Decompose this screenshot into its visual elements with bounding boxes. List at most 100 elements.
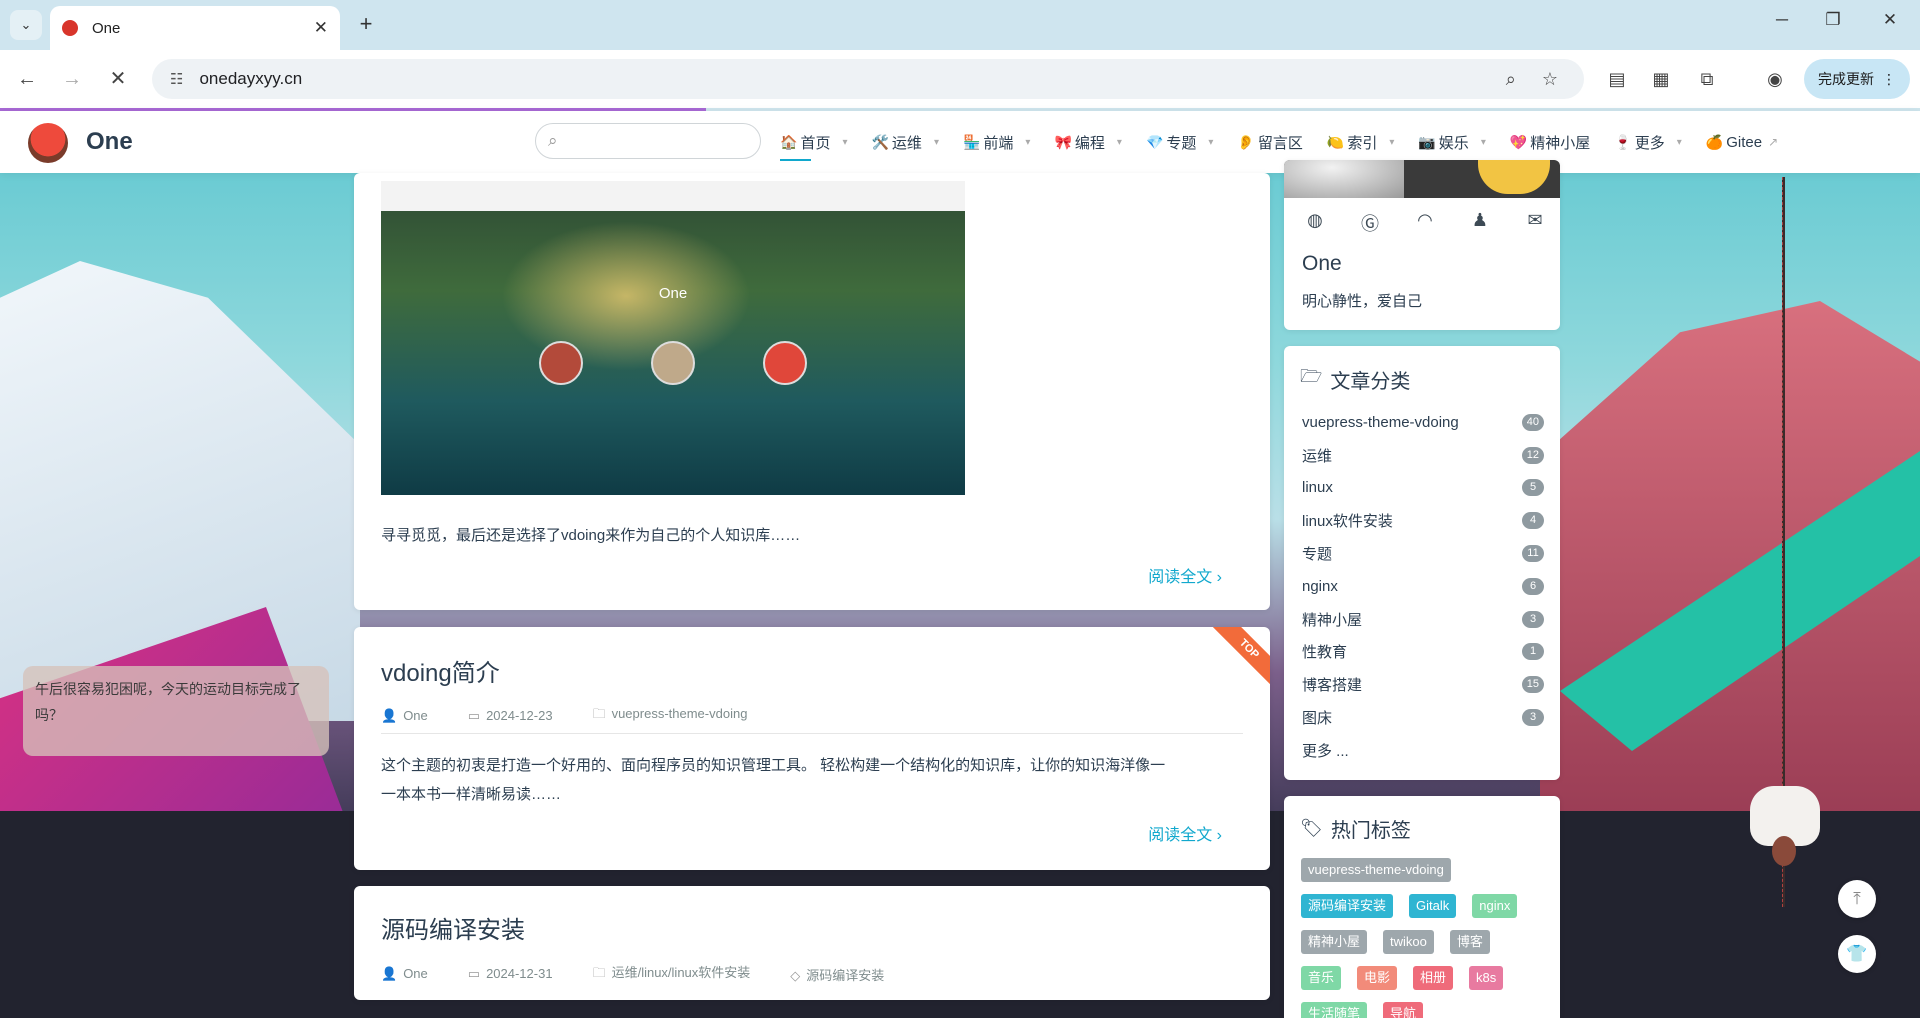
read-more-link[interactable]: 阅读全文 ›: [1148, 821, 1222, 845]
tag-item[interactable]: k8s: [1469, 966, 1504, 990]
search-input[interactable]: [565, 133, 760, 149]
url-text[interactable]: onedayxyy.cn: [199, 69, 1505, 89]
category-item[interactable]: 运维 12: [1302, 439, 1544, 472]
post-tag[interactable]: ◇ 源码编译安装: [790, 965, 904, 984]
category-item[interactable]: 精神小屋 3: [1302, 603, 1544, 636]
tag-item[interactable]: 生活随笔: [1301, 1002, 1368, 1018]
tag-item[interactable]: vuepress-theme-vdoing: [1301, 858, 1451, 882]
category-item[interactable]: 博客搭建 15: [1302, 668, 1544, 701]
read-more-link[interactable]: 阅读全文 ›: [1148, 563, 1222, 587]
post-cover-image[interactable]: One: [381, 181, 965, 495]
category-name: 博客搭建: [1302, 677, 1363, 695]
category-list: vuepress-theme-vdoing 40 运维 12 linux 5 linu…: [1302, 406, 1544, 767]
tag-item[interactable]: 音乐: [1301, 966, 1342, 990]
forward-arrow-icon[interactable]: →: [57, 64, 87, 94]
site-brand[interactable]: One: [86, 128, 133, 156]
nav-item-programming[interactable]: 🎀 编程 ▾: [1054, 111, 1121, 173]
tag-item[interactable]: nginx: [1472, 894, 1518, 918]
qr-code-icon[interactable]: ▦: [1648, 66, 1674, 92]
reading-mode-icon[interactable]: ▤: [1604, 66, 1630, 92]
category-name: linux: [1302, 479, 1333, 497]
tag-item[interactable]: 博客: [1449, 930, 1490, 954]
site-logo[interactable]: [28, 123, 68, 163]
address-bar[interactable]: ☷ onedayxyy.cn ⌕ ☆: [152, 59, 1584, 99]
post-author[interactable]: 👤 One: [381, 966, 448, 982]
hanging-cat-decoration[interactable]: [1750, 786, 1820, 866]
category-item[interactable]: vuepress-theme-vdoing 40: [1302, 406, 1544, 439]
back-arrow-icon[interactable]: ←: [12, 64, 42, 94]
extensions-icon[interactable]: ⧉: [1694, 66, 1720, 92]
home-icon: 🏠: [780, 133, 798, 150]
nav-label: 前端: [983, 134, 1014, 152]
tag-item[interactable]: 导航: [1383, 1002, 1424, 1018]
category-text: vuepress-theme-vdoing: [611, 706, 748, 721]
update-button[interactable]: 完成更新 ⋮: [1804, 59, 1910, 99]
category-count-badge: 4: [1522, 512, 1544, 530]
category-count-badge: 3: [1522, 610, 1544, 628]
post-category[interactable]: 🗀 运维/linux/linux软件安装: [593, 962, 771, 986]
nav-item-home[interactable]: 🏠 首页 ▾: [780, 111, 847, 173]
post-title[interactable]: 源码编译安装: [381, 910, 525, 945]
post-category[interactable]: 🗀 vuepress-theme-vdoing: [593, 705, 768, 727]
back-to-top-button[interactable]: ⤒: [1838, 880, 1876, 918]
site-settings-icon[interactable]: ☷: [170, 70, 183, 88]
close-window-icon[interactable]: ✕: [1870, 10, 1910, 30]
top-badge: TOP: [1210, 627, 1270, 688]
new-tab-button[interactable]: +: [352, 10, 380, 38]
zoom-icon[interactable]: ⌕: [1506, 69, 1516, 90]
nav-item-ops[interactable]: 🛠️ 运维 ▾: [871, 111, 938, 173]
category-item[interactable]: linux软件安装 4: [1302, 504, 1544, 537]
post-title[interactable]: vdoing简介: [381, 653, 500, 688]
nav-item-topics[interactable]: 💎 专题 ▾: [1146, 111, 1213, 173]
tags-title: 🏷 热门标签: [1300, 814, 1411, 843]
category-item[interactable]: 专题 11: [1302, 537, 1544, 570]
more-categories-link[interactable]: 更多 ...: [1302, 734, 1544, 767]
theme-switch-button[interactable]: 👕: [1838, 935, 1876, 973]
stop-loading-icon[interactable]: ✕: [103, 64, 133, 94]
chevron-down-icon: ⌄: [20, 17, 32, 32]
categories-title: 🗁 文章分类: [1300, 364, 1410, 394]
browser-tab[interactable]: One ✕: [50, 6, 340, 50]
category-count-badge: 6: [1522, 577, 1544, 595]
read-more-label: 阅读全文: [1148, 569, 1213, 586]
nav-item-gitee[interactable]: 🍊 Gitee ↗: [1706, 111, 1778, 173]
chevron-right-icon: ›: [1216, 569, 1222, 586]
bookmark-star-icon[interactable]: ☆: [1542, 69, 1558, 90]
minimize-icon[interactable]: ─: [1762, 10, 1802, 30]
close-icon[interactable]: ✕: [314, 18, 328, 38]
qq-icon[interactable]: ♟: [1465, 210, 1495, 234]
external-link-icon: ↗: [1768, 135, 1779, 149]
category-item[interactable]: 性教育 1: [1302, 636, 1544, 669]
date-text: 2024-12-23: [486, 708, 553, 723]
tag-item[interactable]: 源码编译安装: [1301, 894, 1394, 918]
profile-avatar-icon[interactable]: ◉: [1762, 66, 1788, 92]
restore-icon[interactable]: ❐: [1813, 10, 1853, 30]
tab-search-dropdown[interactable]: ⌄: [10, 10, 42, 40]
nav-item-more[interactable]: 🍷 更多 ▾: [1614, 111, 1681, 173]
categories-title-text: 文章分类: [1330, 370, 1411, 393]
tag-item[interactable]: 精神小屋: [1301, 930, 1368, 954]
social-links: ◍ Ⓖ ◠ ♟ ✉: [1300, 210, 1560, 234]
tag-item[interactable]: twikoo: [1383, 930, 1434, 954]
gitee-icon[interactable]: Ⓖ: [1355, 210, 1385, 234]
tag-item[interactable]: 电影: [1357, 966, 1398, 990]
post-author[interactable]: 👤 One: [381, 708, 448, 724]
mail-icon[interactable]: ✉: [1520, 210, 1550, 234]
search-box[interactable]: ⌕: [535, 123, 761, 159]
category-item[interactable]: linux 5: [1302, 472, 1544, 505]
tag-item[interactable]: 相册: [1413, 966, 1454, 990]
category-count-badge: 40: [1521, 413, 1544, 431]
category-name: 精神小屋: [1302, 611, 1363, 629]
mascot-tip-bubble: 午后很容易犯困呢，今天的运动目标完成了吗？: [23, 666, 329, 756]
rss-icon[interactable]: ◠: [1410, 210, 1440, 234]
update-label: 完成更新: [1818, 71, 1874, 87]
github-icon[interactable]: ◍: [1300, 210, 1330, 234]
category-item[interactable]: 图床 3: [1302, 701, 1544, 734]
browser-tab-strip: ⌄ One ✕ + ─ ❐ ✕: [0, 0, 1920, 50]
post-meta: 👤 One ▭ 2024-12-31 🗀 运维/linux/linux软件安装 ◇ 源码…: [381, 962, 924, 986]
user-icon: 👤: [381, 966, 398, 981]
tag-item[interactable]: Gitalk: [1409, 894, 1457, 918]
nav-item-frontend[interactable]: 🏪 前端 ▾: [963, 111, 1030, 173]
category-count-badge: 12: [1521, 446, 1544, 464]
category-item[interactable]: nginx 6: [1302, 570, 1544, 603]
